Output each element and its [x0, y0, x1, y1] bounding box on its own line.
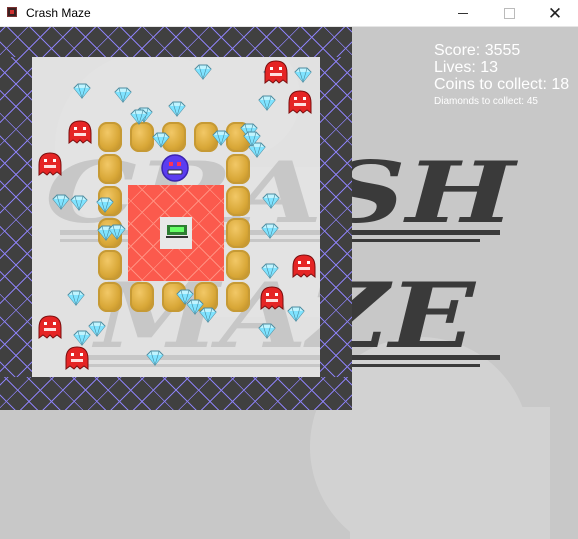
close-button[interactable]: ✕ — [532, 0, 578, 27]
coin-icon — [98, 122, 122, 152]
diamond-icon — [194, 64, 212, 80]
diamond-icon — [261, 223, 279, 239]
enemy-ghost-icon — [68, 120, 92, 144]
coins-remaining-label: Coins to collect: 18 — [434, 76, 570, 93]
diamond-icon — [70, 195, 88, 211]
diamond-icon — [52, 194, 70, 210]
maze-wall-bottom — [0, 377, 352, 410]
coin-icon — [98, 250, 122, 280]
maze-wall-top — [0, 27, 352, 57]
enemy-ghost-icon — [38, 152, 62, 176]
diamond-icon — [212, 130, 230, 146]
coin-icon — [130, 122, 154, 152]
diamond-icon — [73, 330, 91, 346]
diamond-icon — [258, 323, 276, 339]
diamond-icon — [67, 290, 85, 306]
coin-icon — [226, 186, 250, 216]
enemy-ghost-icon — [260, 286, 284, 310]
diamond-icon — [261, 263, 279, 279]
window-title: Crash Maze — [26, 6, 91, 20]
maze-wall-right — [320, 57, 352, 377]
close-icon: ✕ — [547, 4, 563, 23]
enemy-ghost-icon — [264, 60, 288, 84]
enemy-ghost-icon — [292, 254, 316, 278]
coin-icon — [226, 154, 250, 184]
diamond-icon — [108, 224, 126, 240]
hud: Score: 3555 Lives: 13 Coins to collect: … — [434, 43, 569, 107]
coin-icon — [98, 282, 122, 312]
app-icon[interactable] — [7, 7, 17, 17]
diamond-icon — [168, 101, 186, 117]
diamonds-remaining-label: Diamonds to collect: 45 — [434, 96, 538, 107]
lives-label: Lives: 13 — [434, 59, 499, 76]
diamond-icon — [146, 350, 164, 366]
enemy-ghost-icon — [38, 315, 62, 339]
coin-icon — [130, 282, 154, 312]
diamond-icon — [262, 193, 280, 209]
maximize-button[interactable] — [486, 0, 532, 27]
diamond-icon — [243, 131, 261, 147]
diamond-icon — [294, 67, 312, 83]
diamond-icon — [287, 306, 305, 322]
exit-icon — [166, 225, 188, 238]
diamond-icon — [186, 299, 204, 315]
title-bar: Crash Maze ✕ — [0, 0, 578, 27]
diamond-icon — [96, 197, 114, 213]
minimize-icon — [458, 13, 468, 14]
coin-icon — [226, 282, 250, 312]
diamond-icon — [73, 83, 91, 99]
diamond-icon — [152, 132, 170, 148]
enemy-ghost-icon — [65, 346, 89, 370]
enemy-ghost-icon — [288, 90, 312, 114]
minimize-button[interactable] — [440, 0, 486, 27]
diamond-icon — [114, 87, 132, 103]
diamond-icon — [130, 109, 148, 125]
maze-wall-left — [0, 57, 32, 377]
coin-icon — [98, 154, 122, 184]
coin-icon — [226, 250, 250, 280]
game-canvas[interactable]: CRASH MAZE Score: 3555 Lives: 13 Coins t… — [0, 27, 578, 539]
maximize-icon — [503, 8, 515, 19]
coin-icon — [226, 218, 250, 248]
player-icon — [161, 154, 189, 182]
diamond-icon — [258, 95, 276, 111]
score-label: Score: 3555 — [434, 42, 521, 59]
